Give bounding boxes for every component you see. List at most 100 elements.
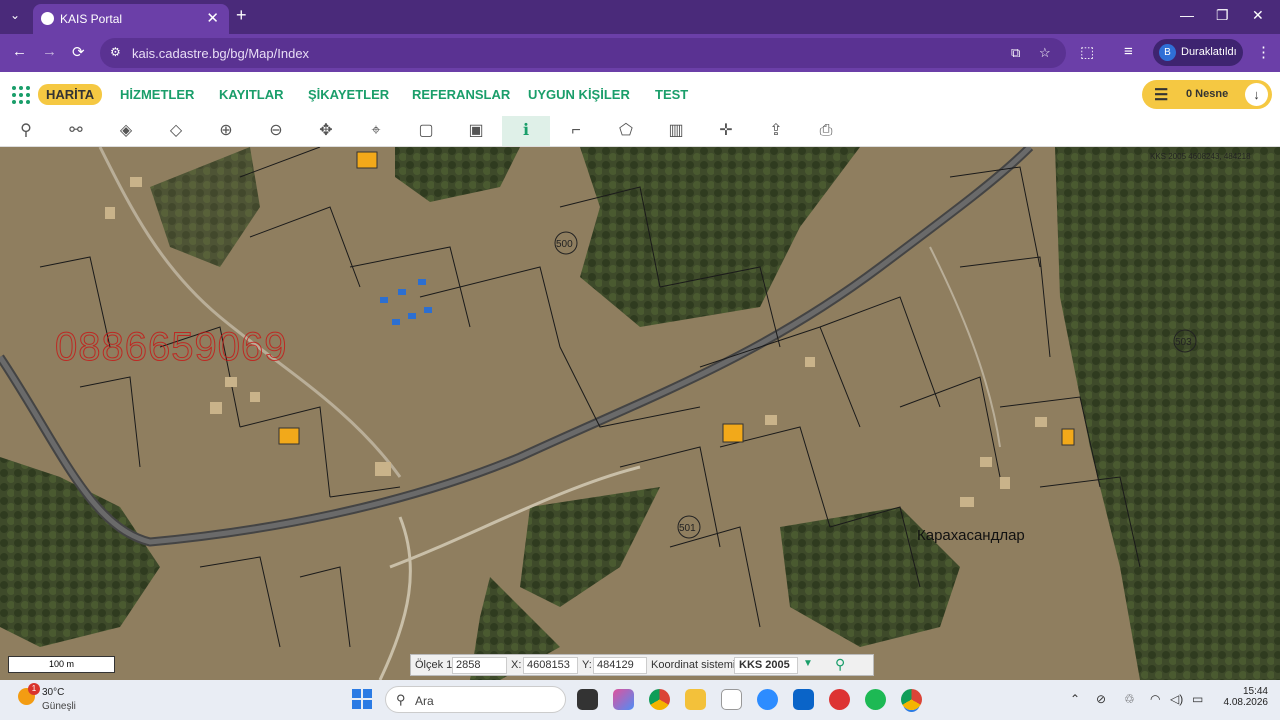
system-clock[interactable]: 15:44 4.08.2026 <box>1222 686 1269 708</box>
chat-icon[interactable] <box>829 689 850 710</box>
url-text: kais.cadastre.bg/bg/Map/Index <box>132 46 310 61</box>
meet-mute-icon[interactable]: ⊘ <box>1096 692 1106 706</box>
coordinate-bar: Ölçek 1: 2858 X: 4608153 Y: 484129 Koord… <box>410 654 874 676</box>
parcel-label-500: 500 <box>556 239 573 250</box>
route-icon[interactable]: ⚯ <box>58 116 94 146</box>
close-window-icon[interactable]: ✕ <box>1252 7 1264 24</box>
menu-hizmetler[interactable]: HİZMETLER <box>120 87 194 102</box>
zoom-out-icon[interactable]: ⊖ <box>258 116 294 146</box>
wifi-icon[interactable]: ◠ <box>1150 692 1160 706</box>
reload-icon[interactable]: ⟳ <box>72 43 85 61</box>
parcel-label-501: 501 <box>679 523 696 534</box>
clock-date: 4.08.2026 <box>1223 697 1269 708</box>
more-menu-icon[interactable]: ⋮ <box>1256 43 1271 61</box>
polygon-icon[interactable]: ⬠ <box>608 116 644 146</box>
layers-filled-icon[interactable]: ◈ <box>108 116 144 146</box>
forward-icon[interactable]: → <box>42 43 57 60</box>
chrome-active-icon[interactable] <box>901 689 922 710</box>
spotify-icon[interactable] <box>865 689 886 710</box>
extensions-icon[interactable]: ⬚ <box>1080 43 1094 61</box>
reading-list-icon[interactable]: ≡ <box>1124 43 1133 60</box>
favicon-icon <box>41 12 54 25</box>
search-icon[interactable]: ⚲ <box>8 116 44 146</box>
clock-time: 15:44 <box>1242 686 1268 697</box>
zoom-icon[interactable] <box>757 689 778 710</box>
coord-readout-top: KKS 2005 4608243, 484218 <box>1150 152 1251 161</box>
battery-saver-icon[interactable]: ♲ <box>1124 692 1135 706</box>
village-label: Карахасандлар <box>917 527 1025 544</box>
select-rect-alt-icon[interactable]: ▣ <box>458 116 494 146</box>
menu-test[interactable]: TEST <box>655 87 688 102</box>
volume-icon[interactable]: ◁) <box>1170 692 1183 706</box>
new-tab-icon[interactable]: + <box>236 5 247 26</box>
selection-button[interactable]: ☰ 0 Nesne ↓ <box>1142 80 1272 109</box>
close-tab-icon[interactable]: ✕ <box>206 9 219 27</box>
minimize-icon[interactable]: — <box>1180 7 1194 23</box>
parcel-label-503: 503 <box>1175 337 1192 348</box>
map-toolbar: ⚲ ⚯ ◈ ◇ ⊕ ⊖ ✥ ⌖ ▢ ▣ ℹ ⌐ ⬠ ▥ ✛ ⇪ ⎙ <box>0 116 1280 147</box>
search-coord-icon[interactable]: ⚲ <box>835 656 845 673</box>
outlook-icon[interactable] <box>793 689 814 710</box>
tab-kais[interactable]: KAIS Portal ✕ <box>33 4 229 34</box>
crosshair-icon[interactable]: ✛ <box>708 116 744 146</box>
apps-grid-icon[interactable] <box>12 86 30 104</box>
notes-icon[interactable] <box>721 689 742 710</box>
select-rect-icon[interactable]: ▢ <box>408 116 444 146</box>
profile-button[interactable]: B Duraklatıldı <box>1153 39 1243 66</box>
site-info-icon[interactable]: ⚙ <box>110 45 121 59</box>
address-bar: ← → ⟳ ⚙ kais.cadastre.bg/bg/Map/Index ⧉ … <box>0 34 1280 72</box>
menu-harita[interactable]: HARİTA <box>38 84 103 105</box>
bookmark-star-icon[interactable]: ☆ <box>1039 45 1051 61</box>
tab-list-icon[interactable]: ⌄ <box>10 8 20 22</box>
windows-start-icon[interactable] <box>352 689 372 709</box>
pin-icon[interactable]: ⌖ <box>358 116 394 146</box>
weather-badge: 1 <box>28 683 40 695</box>
print-icon[interactable]: ⎙ <box>808 116 844 146</box>
scale-bar: 100 m <box>8 656 115 673</box>
scale-label: Ölçek 1: <box>415 659 456 671</box>
y-label: Y: <box>582 659 592 671</box>
files-icon[interactable] <box>685 689 706 710</box>
pan-icon[interactable]: ✥ <box>308 116 344 146</box>
copilot-icon[interactable] <box>613 689 634 710</box>
info-icon[interactable]: ℹ <box>502 116 550 146</box>
map-book-icon[interactable]: ▥ <box>658 116 694 146</box>
satellite-map: 500 501 503 KKS 2005 4608243, 484218 <box>0 147 1280 680</box>
explorer-icon[interactable] <box>577 689 598 710</box>
app-menubar: HARİTA HİZMETLER KAYITLAR ŞİKAYETLER REF… <box>0 72 1280 116</box>
browser-tabbar: ⌄ KAIS Portal ✕ + — ❐ ✕ <box>0 0 1280 34</box>
x-coordinate: 4608153 <box>523 657 578 674</box>
temperature: 30°C <box>42 687 65 698</box>
zoom-in-icon[interactable]: ⊕ <box>208 116 244 146</box>
hamburger-icon: ☰ <box>1154 87 1169 104</box>
watermark-text: 0886659069 <box>54 325 288 370</box>
menu-sikayetler[interactable]: ŞİKAYETLER <box>308 87 389 102</box>
weather-condition: Güneşli <box>42 701 76 712</box>
translate-icon[interactable]: ⧉ <box>1011 45 1020 61</box>
restore-icon[interactable]: ❐ <box>1216 7 1229 24</box>
measure-icon[interactable]: ⌐ <box>558 116 594 146</box>
export-icon[interactable]: ⇪ <box>758 116 794 146</box>
taskbar: 1 30°C Güneşli ⚲ Ara ⌃ ⊘ ♲ ◠ ◁) ▭ 15:44 … <box>0 680 1280 720</box>
map-canvas[interactable]: 500 501 503 KKS 2005 4608243, 484218 088… <box>0 147 1280 680</box>
back-icon[interactable]: ← <box>12 43 27 60</box>
battery-icon[interactable]: ▭ <box>1192 692 1203 706</box>
avatar: B <box>1159 44 1176 61</box>
crs-label: Koordinat sistemi: <box>651 659 739 671</box>
menu-uygun-kisiler[interactable]: UYGUN KİŞİLER <box>528 87 630 102</box>
scale-input[interactable]: 2858 <box>452 657 507 674</box>
tab-title: KAIS Portal <box>60 12 123 26</box>
download-icon[interactable]: ↓ <box>1245 83 1268 106</box>
menu-referanslar[interactable]: REFERANSLAR <box>412 87 510 102</box>
chrome-icon[interactable] <box>649 689 670 710</box>
crs-select[interactable]: KKS 2005 <box>734 657 798 674</box>
search-icon: ⚲ <box>396 692 406 707</box>
taskbar-search[interactable]: ⚲ Ara <box>385 686 566 713</box>
layers-icon[interactable]: ◇ <box>158 116 194 146</box>
tray-chevron-icon[interactable]: ⌃ <box>1070 692 1080 706</box>
chevron-down-icon[interactable]: ▼ <box>803 658 813 669</box>
y-coordinate: 484129 <box>593 657 647 674</box>
search-label: Ara <box>415 694 434 708</box>
menu-kayitlar[interactable]: KAYITLAR <box>219 87 284 102</box>
url-field[interactable]: ⚙ kais.cadastre.bg/bg/Map/Index ⧉ ☆ <box>100 38 1066 68</box>
